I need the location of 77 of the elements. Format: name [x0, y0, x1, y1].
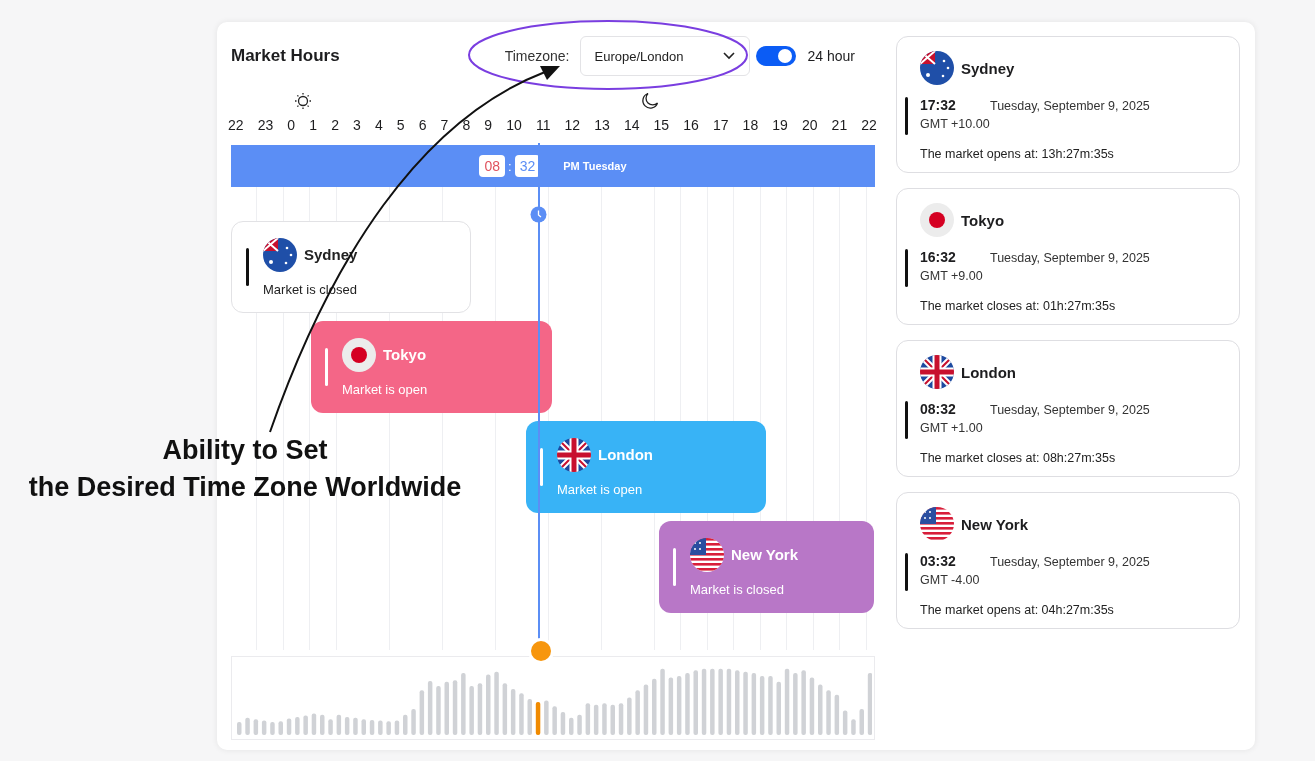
- hour-label: 7: [440, 117, 449, 133]
- session-name: New York: [731, 546, 798, 563]
- session-name: Tokyo: [383, 346, 427, 363]
- session-status: Market is open: [342, 381, 428, 397]
- hour-label: 19: [772, 117, 788, 133]
- hour-label: 3: [353, 117, 361, 133]
- gmt-offset: GMT +9.00: [920, 269, 984, 283]
- market-session-card[interactable]: London Market is open: [526, 421, 766, 513]
- time-separator: :: [508, 158, 512, 174]
- hour-label: 14: [623, 117, 640, 133]
- market-countdown: The market opens at: 13h:27m:35s: [920, 147, 1115, 161]
- flag-icon: [342, 337, 376, 372]
- session-status: Market is closed: [690, 581, 785, 597]
- flag-icon: [263, 237, 297, 272]
- session-name: London: [598, 446, 653, 463]
- hour-label: 13: [594, 117, 610, 133]
- flag-icon: [920, 203, 954, 237]
- market-time: 17:32: [920, 97, 957, 113]
- hour-label: 6: [418, 117, 427, 133]
- session-status: Market is open: [557, 481, 644, 497]
- gmt-offset: GMT -4.00: [920, 573, 981, 587]
- market-name: Sydney: [961, 59, 1015, 77]
- hour-value: 08: [479, 155, 505, 177]
- market-time: 08:32: [920, 401, 957, 417]
- hour-label: 8: [462, 117, 471, 133]
- hour-label: 15: [653, 117, 670, 133]
- gmt-offset: GMT +1.00: [920, 421, 984, 435]
- toggle-label: 24 hour: [807, 48, 855, 64]
- hour-label: 21: [831, 117, 848, 133]
- market-countdown: The market closes at: 08h:27m:35s: [920, 451, 1117, 465]
- hour-label: 12: [564, 117, 581, 133]
- moon-icon: [641, 92, 659, 110]
- hour-label: 16: [683, 117, 699, 133]
- hour-label: 23: [257, 117, 274, 133]
- flag-icon: [690, 537, 724, 572]
- market-date: Tuesday, September 9, 2025: [990, 251, 1150, 265]
- clock-icon: [530, 206, 547, 223]
- panel-title: Market Hours: [231, 46, 340, 66]
- flag-icon: [557, 437, 591, 472]
- chevron-down-icon: [722, 52, 735, 60]
- market-session-card[interactable]: Tokyo Market is open: [311, 321, 552, 413]
- market-time: 03:32: [920, 553, 957, 569]
- annotation-text: Ability to Set the Desired Time Zone Worldwide: [27, 434, 463, 504]
- hour-label: 11: [535, 117, 551, 133]
- flag-icon: [920, 507, 954, 541]
- market-name: Tokyo: [961, 211, 1005, 229]
- market-session-card[interactable]: New York Market is closed: [659, 521, 874, 613]
- toggle-switch[interactable]: [755, 46, 796, 66]
- hour-label: 22: [861, 117, 877, 133]
- minute-value: 32: [514, 155, 541, 177]
- hour-label: 18: [742, 117, 759, 133]
- market-date: Tuesday, September 9, 2025: [990, 555, 1150, 569]
- hour-label: 10: [506, 117, 522, 133]
- market-countdown: The market opens at: 04h:27m:35s: [920, 603, 1115, 617]
- market-name: New York: [961, 515, 1028, 533]
- flag-icon: [920, 355, 954, 389]
- hour-label: 9: [484, 117, 493, 133]
- market-countdown: The market closes at: 01h:27m:35s: [920, 299, 1117, 313]
- timezone-label: Timezone:: [504, 48, 570, 64]
- time-slider-handle[interactable]: [531, 641, 551, 661]
- market-date: Tuesday, September 9, 2025: [990, 403, 1150, 417]
- market-time: 16:32: [920, 249, 957, 265]
- hour-label: 2: [331, 117, 339, 133]
- timezone-dropdown[interactable]: Europe/London: [579, 36, 750, 76]
- market-date: Tuesday, September 9, 2025: [990, 99, 1150, 113]
- flag-icon: [920, 51, 954, 85]
- hour-label: 20: [801, 117, 818, 133]
- market-name: London: [961, 363, 1016, 381]
- hour-label: 5: [396, 117, 405, 133]
- hour-label: 22: [228, 117, 244, 133]
- hour-label: 0: [287, 117, 296, 133]
- hour-label: 4: [374, 117, 383, 133]
- gmt-offset: GMT +10.00: [920, 117, 991, 131]
- hour-label: 17: [712, 117, 729, 133]
- period-day-label: PM Tuesday: [563, 160, 627, 172]
- sun-icon: [294, 92, 312, 110]
- hour-label: 1: [309, 117, 318, 133]
